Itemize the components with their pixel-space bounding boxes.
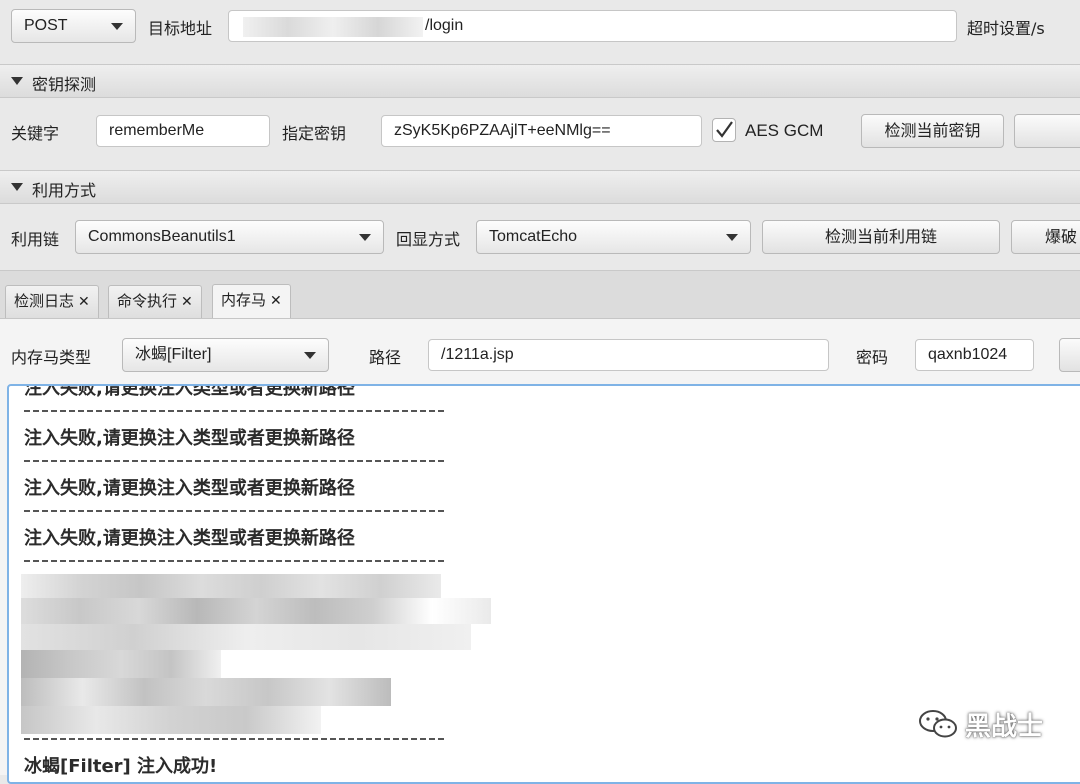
aes-gcm-checkbox[interactable] <box>712 118 736 142</box>
detect-chain-button[interactable]: 检测当前利用链 <box>762 220 1000 254</box>
keyword-label: 关键字 <box>11 124 60 143</box>
method-select[interactable]: POST <box>11 9 136 43</box>
tab-command-exec[interactable]: 命令执行 ✕ <box>108 285 202 318</box>
output-line-partial: 注入失败,请更换注入类型或者更换新路径 <box>24 384 355 399</box>
watermark-text: 黑战士 <box>965 712 1044 742</box>
collapse-triangle-icon <box>11 77 23 85</box>
target-url-input[interactable]: /login <box>228 10 957 42</box>
echo-label: 回显方式 <box>396 230 461 249</box>
chevron-down-icon <box>359 234 371 241</box>
close-icon[interactable]: ✕ <box>181 294 193 310</box>
path-input[interactable]: /1211a.jsp <box>428 339 829 371</box>
separator <box>24 510 444 512</box>
output-line-fail: 注入失败,请更换注入类型或者更换新路径 <box>24 478 355 499</box>
chain-select[interactable]: CommonsBeanutils1 <box>75 220 384 254</box>
aes-gcm-label: AES GCM <box>745 121 824 140</box>
chain-label: 利用链 <box>11 230 60 249</box>
chevron-down-icon <box>726 234 738 241</box>
echo-select[interactable]: TomcatEcho <box>476 220 751 254</box>
password-label: 密码 <box>856 348 889 367</box>
key-input[interactable]: zSyK5Kp6PZAAjlT+eeNMlg== <box>381 115 702 147</box>
brute-button-label: 爆破 <box>1045 227 1078 246</box>
chain-value: CommonsBeanutils1 <box>88 228 236 245</box>
tab-label: 命令执行 <box>117 292 178 310</box>
exploit-section-header[interactable]: 利用方式 <box>0 170 1080 204</box>
redacted-host <box>243 17 423 37</box>
tab-memshell[interactable]: 内存马 ✕ <box>212 284 291 318</box>
checkmark-icon <box>716 121 733 138</box>
output-line-success: 冰蝎[Filter] 注入成功! <box>24 756 218 777</box>
key-section-title: 密钥探测 <box>32 75 97 94</box>
output-line-fail: 注入失败,请更换注入类型或者更换新路径 <box>24 428 355 449</box>
wechat-logo-icon <box>918 708 958 740</box>
redacted-output <box>21 574 501 734</box>
separator <box>24 738 444 740</box>
collapse-triangle-icon <box>11 183 23 191</box>
timeout-label: 超时设置/s <box>967 19 1045 38</box>
output-line-fail: 注入失败,请更换注入类型或者更换新路径 <box>24 528 355 549</box>
echo-value: TomcatEcho <box>489 228 578 245</box>
memshell-type-label: 内存马类型 <box>11 348 92 367</box>
chevron-down-icon <box>111 23 123 30</box>
extra-button[interactable] <box>1014 114 1080 148</box>
memshell-type-value: 冰蝎[Filter] <box>135 346 212 363</box>
path-label: 路径 <box>369 348 402 367</box>
key-label: 指定密钥 <box>282 124 347 143</box>
keyword-input[interactable]: rememberMe <box>96 115 270 147</box>
close-icon[interactable]: ✕ <box>270 293 282 309</box>
chevron-down-icon <box>304 352 316 359</box>
method-value: POST <box>24 17 68 34</box>
detect-key-button[interactable]: 检测当前密钥 <box>861 114 1004 148</box>
target-label: 目标地址 <box>148 19 213 38</box>
target-url-suffix: /login <box>425 17 464 34</box>
separator <box>24 560 444 562</box>
password-input[interactable]: qaxnb1024 <box>915 339 1034 371</box>
close-icon[interactable]: ✕ <box>78 294 90 310</box>
tab-label: 内存马 <box>221 291 267 309</box>
inject-button[interactable] <box>1059 338 1080 372</box>
separator <box>24 410 444 412</box>
separator <box>24 460 444 462</box>
tab-label: 检测日志 <box>14 292 75 310</box>
key-section-header[interactable]: 密钥探测 <box>0 64 1080 98</box>
exploit-section-title: 利用方式 <box>32 181 97 200</box>
brute-button[interactable]: 爆破 <box>1011 220 1080 254</box>
tab-detect-log[interactable]: 检测日志 ✕ <box>5 285 99 318</box>
memshell-type-select[interactable]: 冰蝎[Filter] <box>122 338 329 372</box>
